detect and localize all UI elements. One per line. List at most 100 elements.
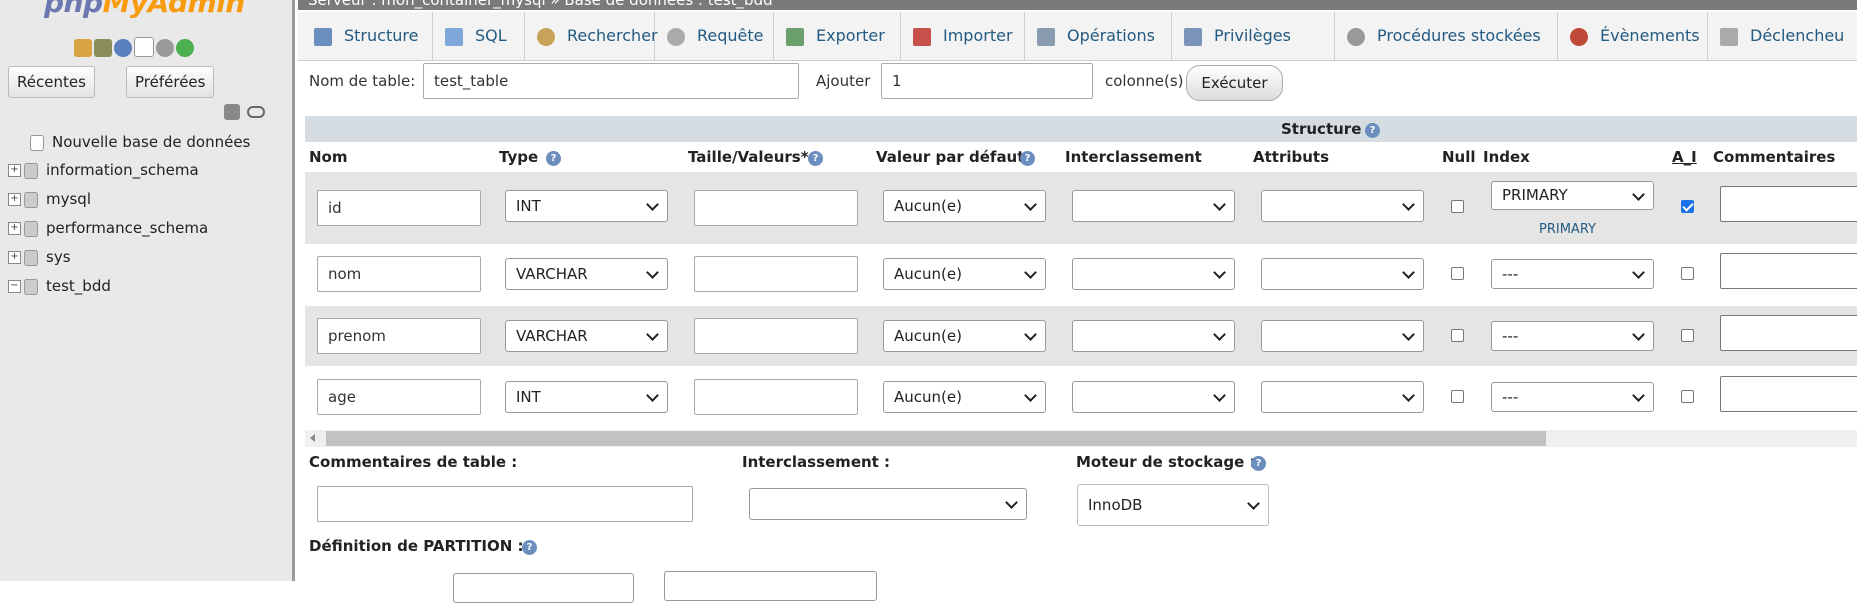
- column-collation-select[interactable]: [1072, 190, 1235, 222]
- auto-increment-checkbox[interactable]: [1681, 390, 1694, 403]
- tab-structure[interactable]: Structure: [302, 12, 433, 60]
- column-default-select[interactable]: Aucun(e): [883, 381, 1046, 413]
- chevron-down-icon: [646, 389, 659, 402]
- logout-icon[interactable]: [94, 39, 112, 57]
- tab-requete[interactable]: Requête: [655, 12, 774, 60]
- column-type-select[interactable]: VARCHAR: [505, 258, 668, 290]
- column-type-select[interactable]: VARCHAR: [505, 320, 668, 352]
- column-attributes-select[interactable]: [1261, 190, 1424, 222]
- index-primary-note[interactable]: PRIMARY: [1539, 222, 1596, 237]
- tree-item-new-database[interactable]: Nouvelle base de données: [30, 129, 250, 155]
- column-size-input[interactable]: [694, 190, 858, 226]
- breadcrumb[interactable]: Serveur : mon_container_mysql » Base de …: [298, 0, 1857, 10]
- home-icon[interactable]: [74, 39, 92, 57]
- docs-icon[interactable]: [134, 37, 154, 57]
- tree-item-performance-schema[interactable]: + performance_schema: [8, 215, 208, 241]
- expand-icon[interactable]: +: [8, 251, 21, 264]
- collapse-icon[interactable]: −: [8, 280, 21, 293]
- tab-operations[interactable]: Opérations: [1025, 12, 1172, 60]
- column-comment-input[interactable]: [1720, 186, 1857, 222]
- column-attributes-select[interactable]: [1261, 381, 1424, 413]
- column-comment-input[interactable]: [1720, 315, 1857, 351]
- help-icon[interactable]: [114, 39, 132, 57]
- column-collation-select[interactable]: [1072, 320, 1235, 352]
- select-value: ---: [1502, 265, 1519, 283]
- tab-label: Requête: [697, 26, 764, 45]
- table-collation-select[interactable]: [749, 488, 1027, 520]
- tab-declencheurs[interactable]: Déclencheu: [1708, 12, 1857, 60]
- settings-gear-icon[interactable]: [156, 39, 174, 57]
- partition-expression-input[interactable]: [664, 571, 877, 601]
- column-name-input[interactable]: id: [317, 190, 481, 226]
- collapse-all-icon[interactable]: [224, 104, 240, 120]
- null-checkbox[interactable]: [1451, 200, 1464, 213]
- column-name-input[interactable]: age: [317, 379, 481, 415]
- help-icon[interactable]: ?: [808, 151, 823, 166]
- column-comment-input[interactable]: [1720, 253, 1857, 289]
- tab-importer[interactable]: Importer: [901, 12, 1025, 60]
- column-size-input[interactable]: [694, 318, 858, 354]
- column-name-input[interactable]: nom: [317, 256, 481, 292]
- column-name-input[interactable]: prenom: [317, 318, 481, 354]
- chevron-down-icon: [1024, 389, 1037, 402]
- storage-engine-select[interactable]: InnoDB: [1077, 484, 1269, 526]
- chevron-down-icon: [1024, 266, 1037, 279]
- auto-increment-checkbox[interactable]: [1681, 329, 1694, 342]
- column-collation-select[interactable]: [1072, 381, 1235, 413]
- column-comment-input[interactable]: [1720, 376, 1857, 412]
- phpmyadmin-logo[interactable]: phpMyAdmin: [44, 0, 245, 19]
- auto-increment-checkbox[interactable]: [1681, 267, 1694, 280]
- col-header-attributs: Attributs: [1253, 148, 1330, 166]
- tab-sql[interactable]: SQL: [433, 12, 525, 60]
- expand-icon[interactable]: +: [8, 164, 21, 177]
- tab-procedures-stockees[interactable]: Procédures stockées: [1335, 12, 1558, 60]
- help-icon[interactable]: ?: [1251, 456, 1266, 471]
- partition-by-select[interactable]: [453, 573, 634, 603]
- column-default-select[interactable]: Aucun(e): [883, 190, 1046, 222]
- column-type-select[interactable]: INT: [505, 190, 668, 222]
- help-icon[interactable]: ?: [1020, 151, 1035, 166]
- null-checkbox[interactable]: [1451, 267, 1464, 280]
- table-name-input[interactable]: test_table: [423, 63, 799, 99]
- column-index-select[interactable]: ---: [1491, 321, 1654, 351]
- help-icon[interactable]: ?: [546, 151, 561, 166]
- help-icon[interactable]: ?: [1365, 123, 1380, 138]
- expand-icon[interactable]: +: [8, 222, 21, 235]
- link-icon[interactable]: [247, 106, 265, 118]
- reload-icon[interactable]: [176, 39, 194, 57]
- column-index-select[interactable]: ---: [1491, 382, 1654, 412]
- tab-label: Rechercher: [567, 26, 658, 45]
- column-size-input[interactable]: [694, 379, 858, 415]
- tab-preferees[interactable]: Préférées: [126, 66, 215, 98]
- scroll-left-icon[interactable]: [310, 434, 315, 442]
- tab-recentes[interactable]: Récentes: [8, 66, 95, 98]
- tree-item-information-schema[interactable]: + information_schema: [8, 157, 199, 183]
- tree-item-test-bdd[interactable]: − test_bdd: [8, 273, 111, 299]
- add-columns-count-input[interactable]: 1: [881, 63, 1093, 99]
- scrollbar-thumb[interactable]: [326, 431, 1546, 446]
- column-default-select[interactable]: Aucun(e): [883, 320, 1046, 352]
- expand-icon[interactable]: +: [8, 193, 21, 206]
- tab-exporter[interactable]: Exporter: [774, 12, 901, 60]
- column-size-input[interactable]: [694, 256, 858, 292]
- export-icon: [786, 27, 804, 46]
- tree-item-mysql[interactable]: + mysql: [8, 186, 91, 212]
- column-index-select[interactable]: ---: [1491, 259, 1654, 289]
- tab-evenements[interactable]: Évènements: [1558, 12, 1708, 60]
- column-index-select[interactable]: PRIMARY: [1491, 181, 1654, 210]
- tab-rechercher[interactable]: Rechercher: [525, 12, 658, 60]
- tab-label: Structure: [344, 26, 419, 45]
- column-type-select[interactable]: INT: [505, 381, 668, 413]
- column-attributes-select[interactable]: [1261, 320, 1424, 352]
- auto-increment-checkbox[interactable]: [1681, 200, 1694, 213]
- null-checkbox[interactable]: [1451, 329, 1464, 342]
- execute-button[interactable]: Exécuter: [1186, 65, 1283, 101]
- help-icon[interactable]: ?: [522, 540, 537, 555]
- null-checkbox[interactable]: [1451, 390, 1464, 403]
- column-default-select[interactable]: Aucun(e): [883, 258, 1046, 290]
- tree-item-sys[interactable]: + sys: [8, 244, 71, 270]
- tab-privileges[interactable]: Privilèges: [1172, 12, 1335, 60]
- table-comments-input[interactable]: [317, 486, 693, 522]
- column-collation-select[interactable]: [1072, 258, 1235, 290]
- column-attributes-select[interactable]: [1261, 258, 1424, 290]
